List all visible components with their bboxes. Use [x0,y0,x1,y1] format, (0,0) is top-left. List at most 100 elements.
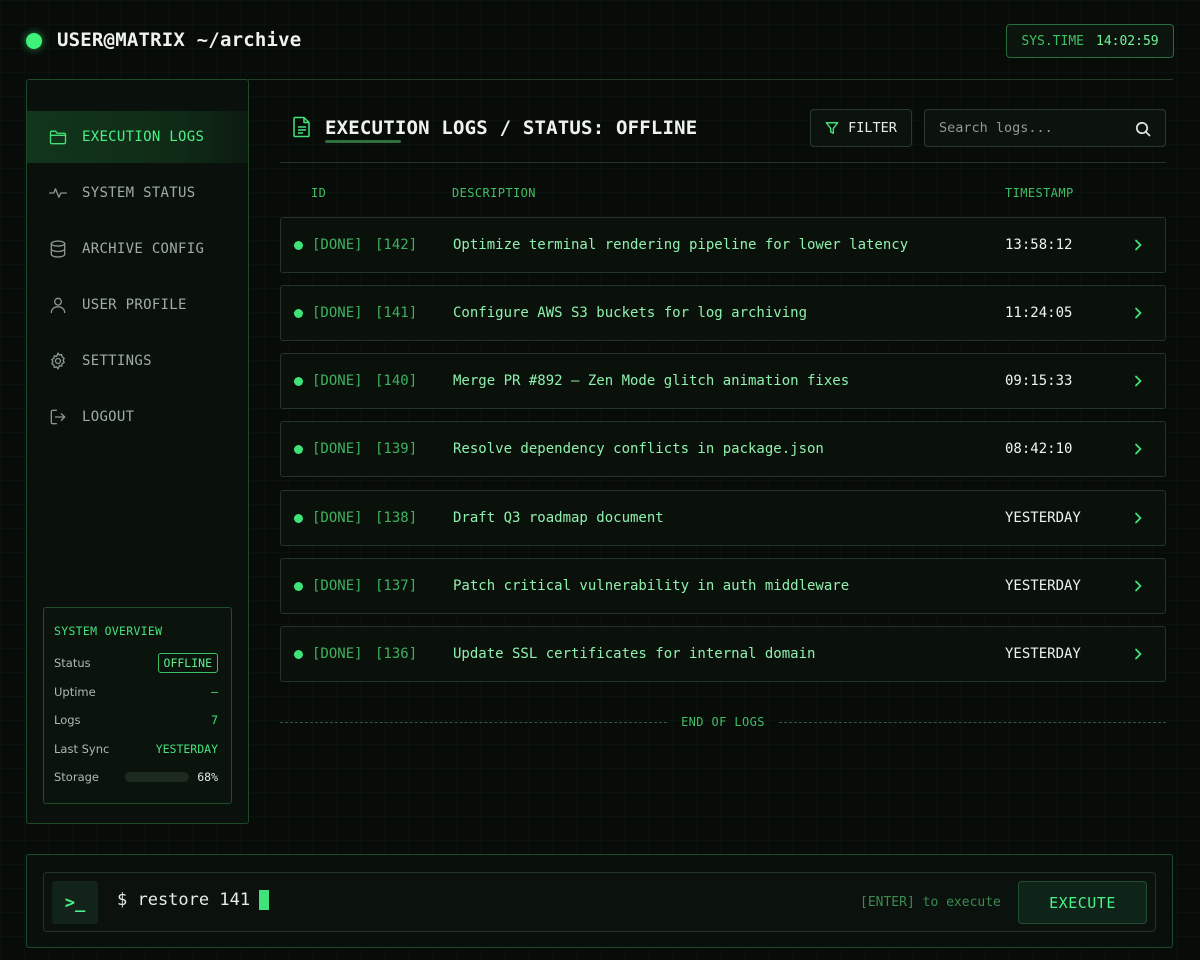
row-state: [DONE] [312,441,363,457]
sidebar-item-user-profile[interactable]: USER PROFILE [27,279,248,331]
chevron-right-icon [1135,443,1142,455]
storage-percent: 68% [197,770,218,784]
overview-last-sync-value: YESTERDAY [155,742,218,756]
sidebar-item-execution-logs[interactable]: EXECUTION LOGS [27,111,248,163]
row-timestamp: 09:15:33 [1005,373,1073,389]
overview-last-sync-label: Last Sync [54,742,110,756]
table-row[interactable]: [DONE] [142] Optimize terminal rendering… [280,217,1166,273]
storage-meter: 68% [125,770,218,784]
row-description: Draft Q3 roadmap document [453,510,664,526]
filter-icon [825,122,839,134]
overview-title: SYSTEM OVERVIEW [54,624,163,638]
title-underline [325,140,401,143]
sidebar-item-system-status[interactable]: SYSTEM STATUS [27,167,248,219]
row-state: [DONE] [312,578,363,594]
folder-icon [49,130,67,145]
table-row[interactable]: [DONE] [137] Patch critical vulnerabilit… [280,558,1166,614]
done-status-dot [294,309,303,318]
done-status-dot [294,445,303,454]
row-state: [DONE] [312,237,363,253]
overview-row-uptime: Uptime — [54,682,218,702]
command-input-bar[interactable]: >_ $ restore 141 [ENTER] to execute EXEC… [43,872,1156,932]
row-state: [DONE] [312,510,363,526]
database-icon [50,240,66,258]
system-overview-panel: SYSTEM OVERVIEW Status OFFLINE Uptime — … [43,607,232,804]
overview-row-storage: Storage 68% [54,767,218,787]
user-icon [50,297,66,314]
table-row[interactable]: [DONE] [136] Update SSL certificates for… [280,626,1166,682]
row-description: Patch critical vulnerability in auth mid… [453,578,850,594]
overview-row-logs: Logs 7 [54,710,218,730]
sidebar-item-label: EXECUTION LOGS [82,129,205,145]
logout-icon [50,409,66,425]
chevron-right-icon [1135,375,1142,387]
row-id: [137] [375,578,418,594]
table-row[interactable]: [DONE] [138] Draft Q3 roadmap document Y… [280,490,1166,546]
overview-logs-value: 7 [211,713,218,727]
done-status-dot [294,582,303,591]
sidebar-item-label: SYSTEM STATUS [82,185,196,201]
done-status-dot [294,650,303,659]
app-title: USER@MATRIX ~/archive [57,29,302,51]
dashed-line-left [280,721,668,723]
row-timestamp: YESTERDAY [1005,646,1081,662]
overview-logs-label: Logs [54,713,81,727]
chevron-right-icon [1135,580,1142,592]
row-timestamp: 11:24:05 [1005,305,1073,321]
row-state: [DONE] [312,373,363,389]
header-divider [248,79,1173,80]
row-id: [141] [375,305,418,321]
column-header-description: DESCRIPTION [452,186,536,200]
header-divider-main [280,162,1166,163]
chevron-right-icon [1135,648,1142,660]
row-timestamp: YESTERDAY [1005,510,1081,526]
overview-uptime-value: — [211,685,218,699]
command-panel: >_ $ restore 141 [ENTER] to execute EXEC… [26,854,1173,948]
filter-button[interactable]: FILTER [810,109,912,147]
sidebar-item-logout[interactable]: LOGOUT [27,391,248,443]
sidebar-item-settings[interactable]: SETTINGS [27,335,248,387]
sidebar: EXECUTION LOGS SYSTEM STATUS ARCHIVE CON… [26,79,249,824]
row-description: Merge PR #892 — Zen Mode glitch animatio… [453,373,850,389]
row-id: [140] [375,373,418,389]
terminal-prompt-icon: >_ [52,881,98,924]
online-status-dot [26,33,42,49]
overview-storage-label: Storage [54,770,99,784]
row-id: [139] [375,441,418,457]
done-status-dot [294,377,303,386]
search-box [924,109,1166,147]
overview-row-last-sync: Last Sync YESTERDAY [54,739,218,759]
systime-label: SYS.TIME [1021,33,1084,49]
command-input[interactable]: $ restore 141 [117,890,270,910]
chevron-right-icon [1135,307,1142,319]
storage-progress-bar [125,772,190,782]
done-status-dot [294,241,303,250]
page-title: EXECUTION LOGS / STATUS: OFFLINE [325,117,698,139]
enter-hint: [ENTER] to execute [860,895,1001,910]
execute-button[interactable]: EXECUTE [1018,881,1147,924]
table-row[interactable]: [DONE] [140] Merge PR #892 — Zen Mode gl… [280,353,1166,409]
chevron-right-icon [1135,512,1142,524]
end-of-logs-divider: END OF LOGS [280,712,1166,732]
table-row[interactable]: [DONE] [141] Configure AWS S3 buckets fo… [280,285,1166,341]
sidebar-item-label: SETTINGS [82,353,152,369]
search-input[interactable] [925,110,1125,146]
systime-value: 14:02:59 [1096,33,1159,49]
end-of-logs-label: END OF LOGS [681,715,765,729]
overview-uptime-label: Uptime [54,685,96,699]
overview-status-label: Status [54,656,91,670]
row-description: Optimize terminal rendering pipeline for… [453,237,909,253]
sidebar-item-archive-config[interactable]: ARCHIVE CONFIG [27,223,248,275]
dashed-line-right [778,721,1166,723]
activity-icon [49,188,68,198]
command-text: $ restore 141 [117,890,251,910]
row-timestamp: 13:58:12 [1005,237,1073,253]
done-status-dot [294,514,303,523]
row-description: Resolve dependency conflicts in package.… [453,441,824,457]
table-row[interactable]: [DONE] [139] Resolve dependency conflict… [280,421,1166,477]
row-id: [136] [375,646,418,662]
sidebar-item-label: ARCHIVE CONFIG [82,241,205,257]
overview-row-status: Status OFFLINE [54,653,218,673]
search-icon[interactable] [1135,121,1151,137]
status-badge: OFFLINE [157,653,218,673]
